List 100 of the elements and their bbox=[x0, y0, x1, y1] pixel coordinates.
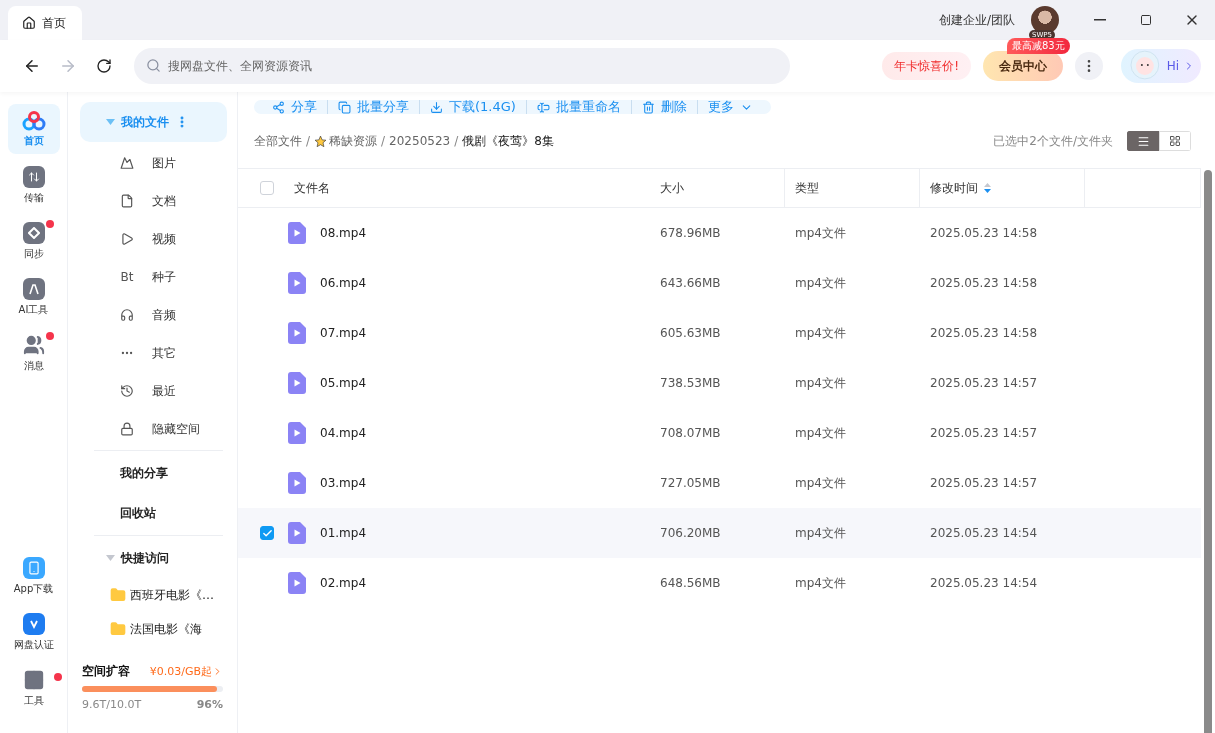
file-type: mp4文件 bbox=[794, 424, 847, 442]
quick-access-item[interactable]: 西班牙电影《… bbox=[80, 578, 227, 612]
video-file-icon bbox=[288, 422, 306, 444]
file-row[interactable]: 04.mp4 708.07MB mp4文件 2025.05.23 14:57 bbox=[238, 408, 1201, 458]
nav-item[interactable]: 音频 bbox=[80, 296, 227, 334]
file-row[interactable]: 03.mp4 727.05MB mp4文件 2025.05.23 14:57 bbox=[238, 458, 1201, 508]
phone-icon bbox=[22, 556, 45, 579]
file-size: 708.07MB bbox=[659, 426, 722, 440]
file-type: mp4文件 bbox=[794, 274, 847, 292]
quick-access-item[interactable]: 法国电影《海 bbox=[80, 612, 227, 646]
video-file-icon bbox=[288, 472, 306, 494]
nav-item[interactable]: 视频 bbox=[80, 220, 227, 258]
history-icon bbox=[120, 384, 134, 398]
maximize-icon bbox=[1140, 14, 1152, 26]
file-row[interactable]: 05.mp4 738.53MB mp4文件 2025.05.23 14:57 bbox=[238, 358, 1201, 408]
breadcrumb-link[interactable]: 20250523 bbox=[389, 134, 451, 148]
breadcrumb-link[interactable]: 稀缺资源 bbox=[314, 132, 378, 150]
star-icon bbox=[314, 134, 328, 148]
file-row[interactable]: 01.mp4 706.20MB mp4文件 2025.05.23 14:54 bbox=[238, 508, 1201, 558]
ai-tool-icon bbox=[22, 277, 45, 300]
transfer-icon bbox=[22, 165, 45, 188]
column-header[interactable]: 类型 bbox=[785, 169, 920, 207]
arrow-right-icon bbox=[59, 57, 77, 75]
select-all-checkbox[interactable] bbox=[260, 181, 274, 195]
column-header[interactable]: 大小 bbox=[650, 169, 785, 207]
rail-item[interactable]: 工具 bbox=[7, 663, 60, 713]
nav-link[interactable]: 我的分享 bbox=[80, 453, 227, 493]
play-icon bbox=[120, 232, 134, 246]
rail-item[interactable]: 同步 bbox=[7, 216, 60, 266]
file-type: mp4文件 bbox=[794, 224, 847, 242]
more-button[interactable] bbox=[1075, 52, 1103, 80]
modified-time: 2025.05.23 14:58 bbox=[929, 226, 1039, 240]
storage-title: 空间扩容 bbox=[82, 663, 130, 680]
breadcrumb-separator: / bbox=[381, 134, 386, 148]
quick-access-header[interactable]: 快捷访问 bbox=[80, 538, 227, 578]
shield-icon bbox=[22, 612, 45, 635]
modified-time: 2025.05.23 14:58 bbox=[929, 276, 1039, 290]
selection-info: 已选中2个文件/文件夹 bbox=[993, 132, 1113, 150]
modified-time: 2025.05.23 14:57 bbox=[929, 476, 1039, 490]
rail-item[interactable]: 传输 bbox=[7, 160, 60, 210]
text-cursor-icon bbox=[536, 100, 550, 114]
sync-icon bbox=[22, 221, 45, 244]
create-team-link[interactable]: 创建企业/团队 bbox=[938, 11, 1015, 29]
rail-item[interactable]: AI工具 bbox=[7, 272, 60, 322]
video-file-icon bbox=[288, 272, 306, 294]
video-file-icon bbox=[288, 572, 306, 594]
document-icon bbox=[120, 194, 134, 208]
column-header[interactable]: 文件名 bbox=[288, 169, 650, 207]
rail-item[interactable]: 消息 bbox=[7, 328, 60, 378]
file-name: 03.mp4 bbox=[320, 476, 367, 490]
refresh-icon bbox=[96, 58, 112, 74]
file-row[interactable]: 02.mp4 648.56MB mp4文件 2025.05.23 14:54 bbox=[238, 558, 1201, 608]
column-header[interactable]: 修改时间 bbox=[920, 169, 1085, 207]
video-file-icon bbox=[288, 372, 306, 394]
modified-time: 2025.05.23 14:54 bbox=[929, 576, 1039, 590]
cloud-logo-icon bbox=[21, 110, 46, 131]
modified-time: 2025.05.23 14:57 bbox=[929, 376, 1039, 390]
rail-item[interactable]: 网盘认证 bbox=[7, 607, 60, 657]
file-name: 04.mp4 bbox=[320, 426, 367, 440]
vip-center-button[interactable]: 会员中心 bbox=[983, 51, 1063, 81]
headphones-icon bbox=[120, 308, 134, 322]
row-checkbox[interactable] bbox=[260, 526, 274, 540]
breadcrumb-link[interactable]: 全部文件 bbox=[254, 132, 302, 150]
nav-item[interactable]: Bt 种子 bbox=[80, 258, 227, 296]
nav-item[interactable]: 隐藏空间 bbox=[80, 410, 227, 448]
breadcrumb-separator: / bbox=[306, 134, 311, 148]
nav-item[interactable]: 其它 bbox=[80, 334, 227, 372]
share-icon bbox=[272, 100, 285, 114]
copy-icon bbox=[338, 100, 351, 114]
lock-icon bbox=[120, 422, 134, 436]
assistant-button[interactable]: Hi bbox=[1121, 49, 1201, 83]
promo-button[interactable]: 年卡惊喜价! bbox=[882, 52, 971, 80]
nav-item[interactable]: 最近 bbox=[80, 372, 227, 410]
home-icon bbox=[22, 16, 36, 30]
grid-view-button[interactable] bbox=[1159, 131, 1191, 151]
scrollbar-thumb[interactable] bbox=[1204, 170, 1212, 733]
file-row[interactable]: 07.mp4 605.63MB mp4文件 2025.05.23 14:58 bbox=[238, 308, 1201, 358]
file-row[interactable]: 06.mp4 643.66MB mp4文件 2025.05.23 14:58 bbox=[238, 258, 1201, 308]
download-icon bbox=[430, 100, 443, 114]
breadcrumb-link[interactable]: 俄剧《夜莺》8集 bbox=[462, 132, 554, 150]
grid-icon bbox=[1169, 135, 1181, 147]
file-name: 08.mp4 bbox=[320, 226, 367, 240]
home-tab[interactable]: 首页 bbox=[8, 6, 82, 40]
rail-item[interactable]: App下载 bbox=[7, 551, 60, 601]
file-name: 06.mp4 bbox=[320, 276, 367, 290]
folder-icon bbox=[110, 587, 126, 603]
file-size: 678.96MB bbox=[659, 226, 722, 240]
nav-item[interactable]: 文档 bbox=[80, 182, 227, 220]
file-row[interactable]: 08.mp4 678.96MB mp4文件 2025.05.23 14:58 bbox=[238, 208, 1201, 258]
file-name: 01.mp4 bbox=[320, 526, 367, 540]
modified-time: 2025.05.23 14:57 bbox=[929, 426, 1039, 440]
video-file-icon bbox=[288, 522, 306, 544]
nav-link[interactable]: 回收站 bbox=[80, 493, 227, 533]
mountain-icon bbox=[120, 156, 134, 170]
video-file-icon bbox=[288, 322, 306, 344]
file-type: mp4文件 bbox=[794, 524, 847, 542]
search-field[interactable]: 搜网盘文件、全网资源资讯 bbox=[134, 48, 790, 84]
list-view-button[interactable] bbox=[1127, 131, 1159, 151]
nav-item[interactable]: 图片 bbox=[80, 144, 227, 182]
video-file-icon bbox=[288, 222, 306, 244]
